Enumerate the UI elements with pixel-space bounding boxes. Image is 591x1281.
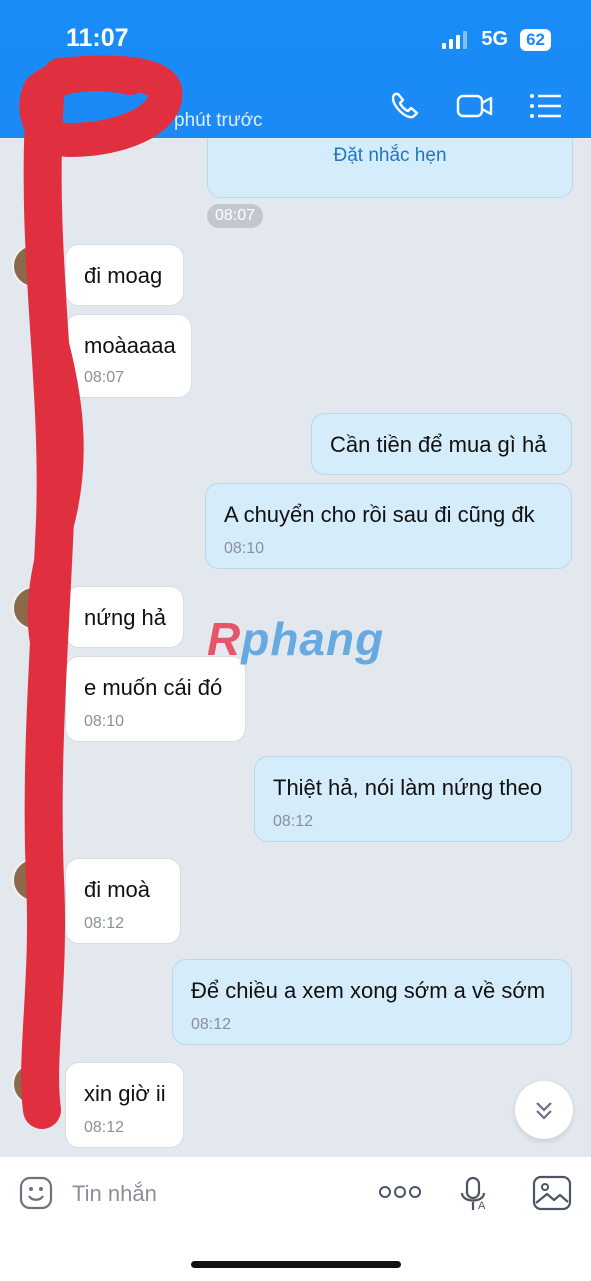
image-icon[interactable]: [532, 1175, 572, 1211]
home-indicator: [191, 1261, 401, 1268]
chevron-down-icon: [536, 1102, 552, 1120]
voice-text-icon[interactable]: A: [458, 1175, 490, 1215]
message-composer: Tin nhắn A: [0, 1156, 591, 1281]
svg-text:A: A: [478, 1200, 486, 1212]
redaction-scribble: [19, 55, 183, 1129]
message-input[interactable]: Tin nhắn: [72, 1181, 157, 1207]
more-options-icon[interactable]: [378, 1183, 422, 1201]
sticker-icon[interactable]: [18, 1175, 54, 1211]
scroll-to-bottom-button[interactable]: [515, 1081, 573, 1139]
